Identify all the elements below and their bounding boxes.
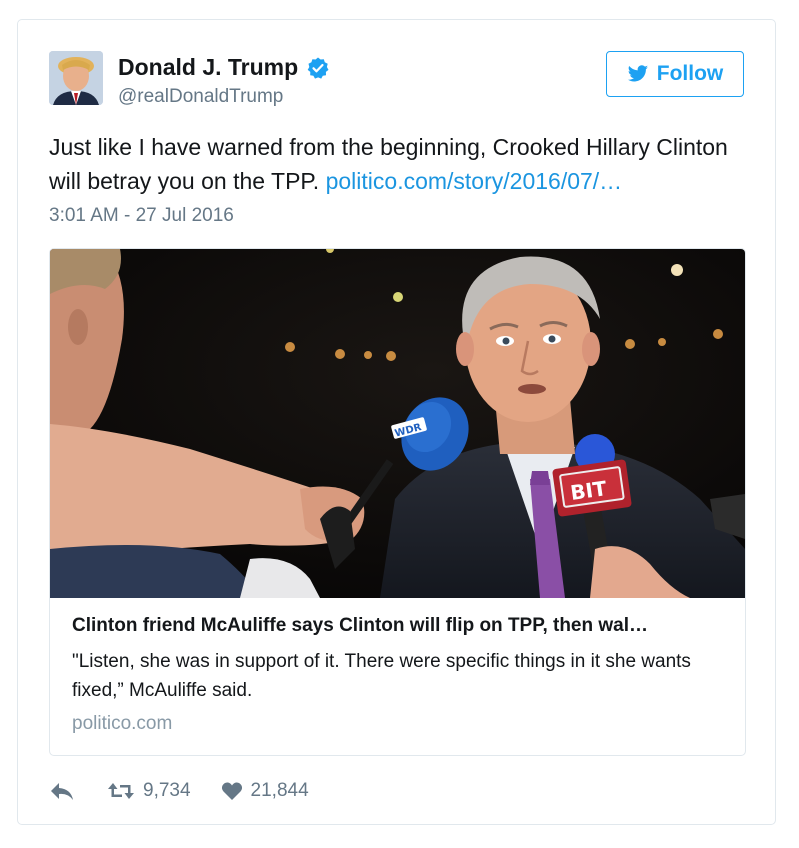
card-domain[interactable]: politico.com [72,713,172,735]
twitter-bird-icon [627,65,648,82]
follow-button-label: Follow [656,62,724,85]
like-button[interactable]: 21,844 [221,780,309,802]
follow-button[interactable]: Follow [606,51,744,97]
author-name-text[interactable]: Donald J. Trump [118,54,298,81]
tweet-text: Just like I have warned from the beginni… [49,130,749,198]
verified-badge-icon [306,56,330,80]
card-description: "Listen, she was in support of it. There… [72,651,691,701]
avatar[interactable] [49,51,103,105]
embedded-tweet: Donald J. Trump @realDonaldTrump Follow … [17,19,776,825]
retweet-icon [108,783,134,799]
author-name[interactable]: Donald J. Trump [118,54,330,81]
card-image: WDR BIT [50,249,745,598]
reply-icon [51,783,73,800]
mic-label-bit: BIT [569,476,609,505]
tweet-actions: 9,734 21,844 [49,776,309,806]
retweet-count: 9,734 [143,780,191,801]
tweet-timestamp[interactable]: 3:01 AM - 27 Jul 2016 [49,205,234,227]
link-preview-card[interactable]: WDR BIT Clinton friend McAuliffe says Cl… [49,248,746,756]
tweet-link[interactable]: politico.com/story/2016/07/… [326,168,623,194]
reply-button[interactable] [49,780,75,802]
retweet-button[interactable]: 9,734 [107,780,191,802]
card-title[interactable]: Clinton friend McAuliffe says Clinton wi… [72,615,732,637]
author-handle[interactable]: @realDonaldTrump [118,86,283,108]
like-count: 21,844 [250,780,309,801]
heart-icon [221,782,242,800]
